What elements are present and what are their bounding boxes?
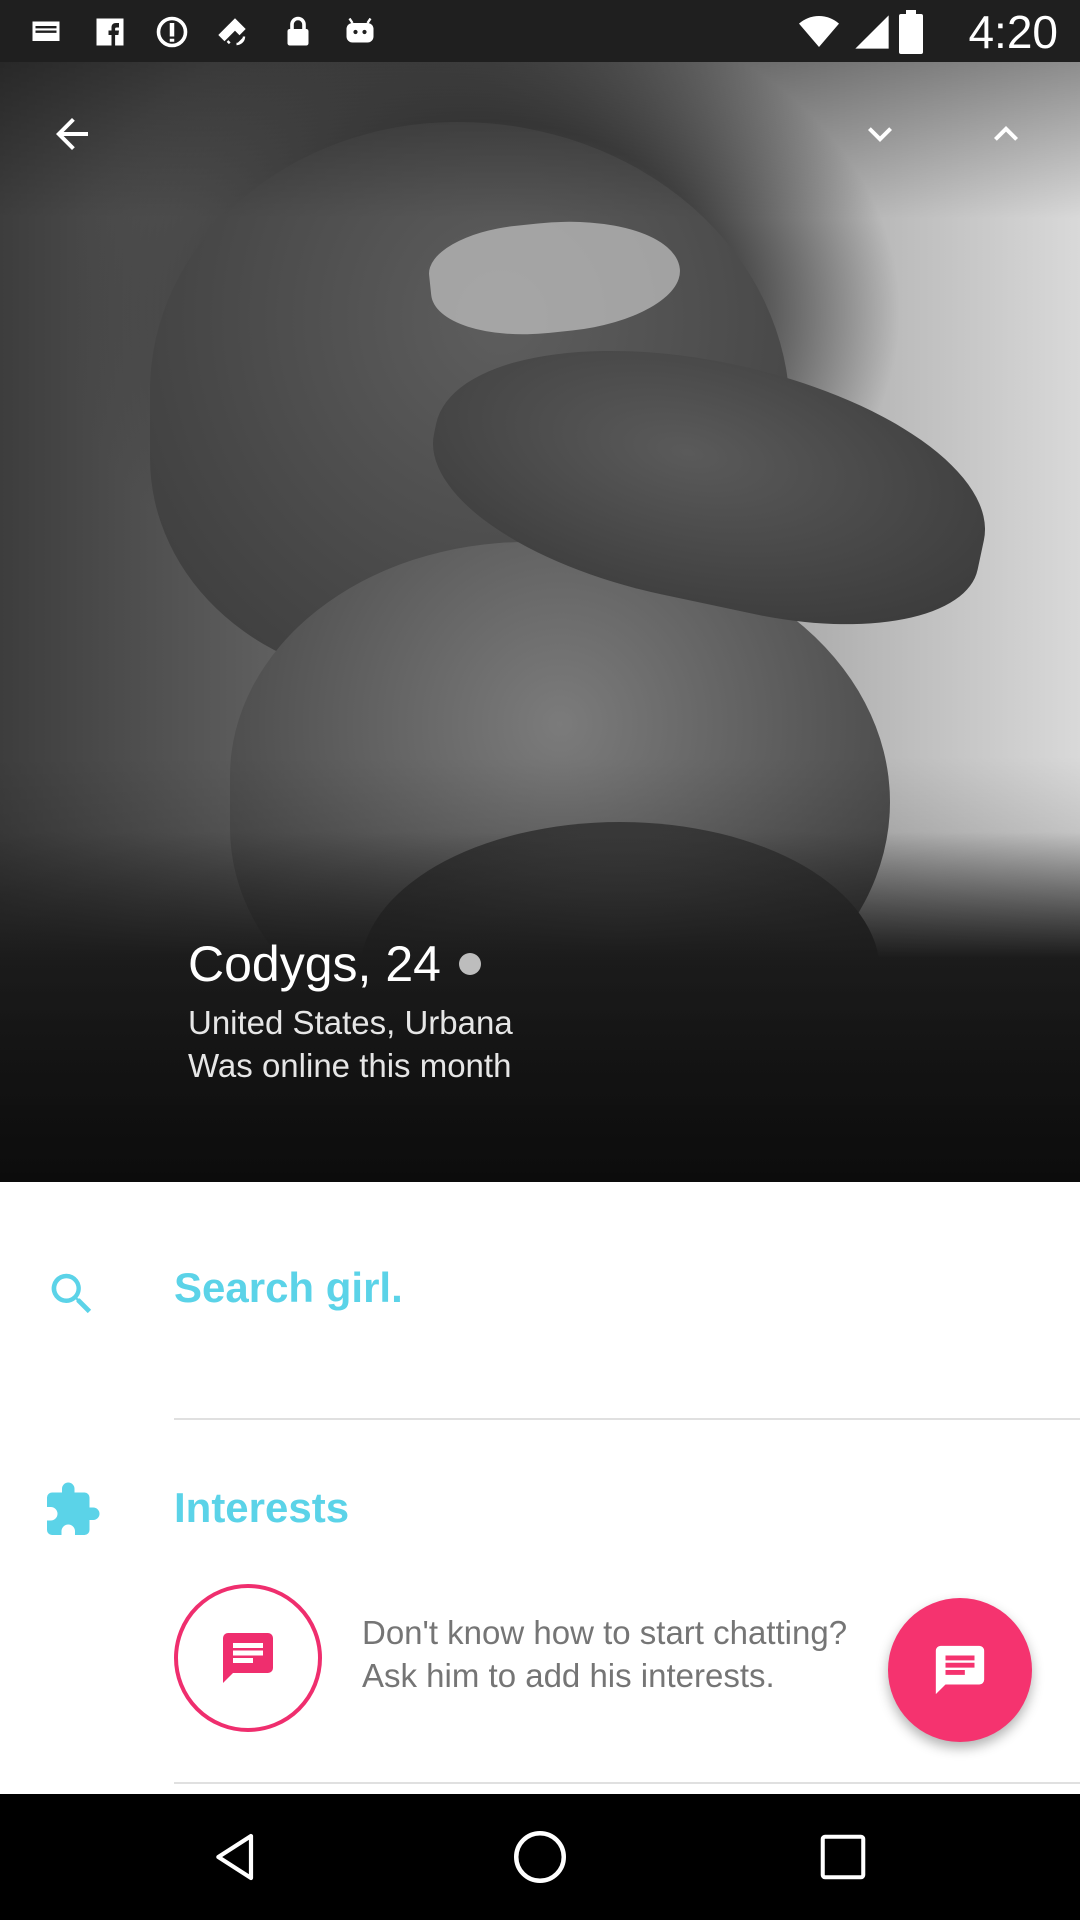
facebook-icon — [96, 18, 124, 46]
navigation-bar — [0, 1794, 1080, 1920]
chat-fab-button[interactable] — [888, 1598, 1032, 1742]
photo-gradient-overlay — [0, 62, 1080, 1182]
profile-content: Search girl. Interests Don't know how to… — [0, 1182, 1080, 1794]
search-icon — [51, 1273, 92, 1314]
search-girl-link[interactable]: Search girl. — [174, 1262, 403, 1314]
back-button[interactable] — [36, 98, 108, 170]
nav-back-button[interactable] — [204, 1824, 270, 1890]
interests-hint-line1: Don't know how to start chatting? — [362, 1614, 848, 1651]
profile-last-seen: Was online this month — [188, 1047, 512, 1084]
nav-back-icon — [216, 1833, 254, 1881]
profile-name-age: Codygs, 24 — [188, 936, 441, 992]
nav-recents-button[interactable] — [810, 1824, 876, 1890]
message-icon — [935, 1645, 985, 1695]
nav-home-icon — [514, 1831, 566, 1883]
next-profile-button[interactable] — [844, 98, 916, 170]
android-icon — [346, 17, 374, 43]
nav-recents-icon — [820, 1834, 866, 1880]
divider — [174, 1782, 1080, 1784]
profile-location: United States, Urbana — [188, 1004, 513, 1041]
status-bar: 4:20 — [0, 0, 1080, 62]
profile-name-row: Codygs, 24 — [188, 934, 481, 994]
chat-hint-button[interactable] — [174, 1584, 322, 1732]
battery-icon — [899, 10, 923, 54]
signal-icon — [855, 15, 889, 49]
interests-icon-wrap — [42, 1480, 102, 1540]
message-icon — [223, 1633, 273, 1683]
chevron-down-icon — [868, 127, 892, 142]
screen: 4:20 Codygs, 24 United States, Urbana Wa… — [0, 0, 1080, 1920]
divider — [174, 1418, 1080, 1420]
lock-icon — [287, 16, 309, 46]
fake-gps-icon — [218, 18, 246, 46]
previous-profile-button[interactable] — [970, 98, 1042, 170]
wifi-icon — [799, 16, 839, 47]
interests-hint-line2: Ask him to add his interests. — [362, 1657, 775, 1694]
puzzle-icon — [47, 1482, 100, 1535]
clock: 4:20 — [968, 6, 1058, 58]
online-status-dot — [458, 953, 481, 975]
search-icon-wrap[interactable] — [42, 1264, 102, 1324]
profile-photo[interactable]: Codygs, 24 United States, Urbana Was onl… — [0, 62, 1080, 1182]
sms-icon — [32, 21, 60, 41]
interests-title: Interests — [174, 1484, 350, 1531]
chevron-up-icon — [994, 126, 1018, 141]
nav-home-button[interactable] — [507, 1824, 573, 1890]
arrow-back-icon — [56, 118, 88, 150]
sync-icon — [156, 16, 188, 48]
